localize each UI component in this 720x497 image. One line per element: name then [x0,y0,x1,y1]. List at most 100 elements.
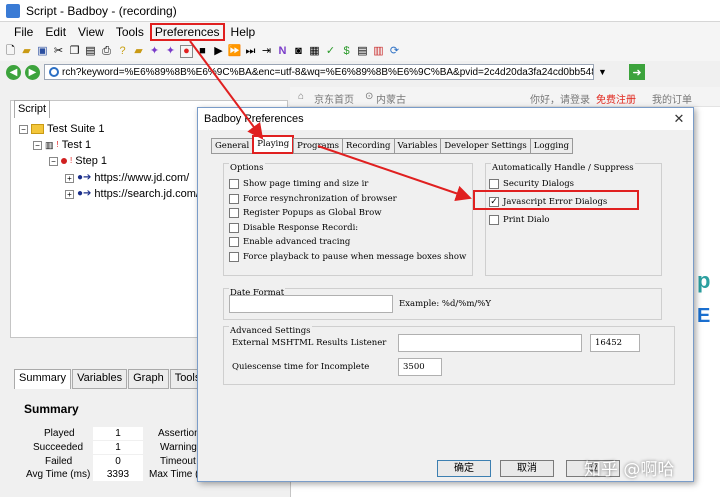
play-all-icon[interactable]: ⏩ [228,45,242,58]
tree-suite-label: Test Suite 1 [47,123,105,135]
hint-icon[interactable]: ? [116,45,129,58]
tab-logging[interactable]: Logging [529,138,574,154]
collapse-icon[interactable]: − [33,140,42,150]
checkbox[interactable] [489,215,499,225]
orders-link[interactable]: 我的订单 [652,91,692,106]
menu-edit[interactable]: Edit [39,25,72,39]
tab-general[interactable]: General [211,138,254,154]
navigate-icon[interactable]: ⇥ [260,45,273,58]
register-link[interactable]: 免费注册 [596,91,636,106]
expand-icon[interactable]: + [65,189,74,199]
watermark: 知乎 @啊哈 [584,460,675,480]
save-icon[interactable]: ▣ [36,45,49,58]
menu-file[interactable]: File [8,25,39,39]
close-icon[interactable]: ✕ [671,111,687,127]
assertions-label: Assertion [158,428,200,439]
checkbox[interactable] [229,237,239,247]
cancel-button[interactable]: 取消 [500,460,554,477]
collapse-icon[interactable]: − [19,124,28,134]
url-dropdown-icon[interactable]: ▼ [598,67,607,77]
tree-request-2[interactable]: + ●➔ https://search.jd.com/ [65,186,199,202]
option-label: Force playback to pause when message box… [243,252,467,262]
ok-button[interactable]: 确定 [437,460,491,477]
login-link[interactable]: 你好，请登录 [530,91,590,106]
tree-request-1[interactable]: + ●➔ https://www.jd.com/ [65,170,189,186]
main-toolbar: 🗋 ▰ ▣ ✂ ❐ ▤ ⎙ ? ▰ ✦ ✦ ● ■ ▶ ⏩ ⏭ ⇥ N ◙ ▦ … [0,41,720,61]
menu-tools[interactable]: Tools [110,25,150,39]
variable-icon[interactable]: $ [340,45,353,58]
tab-variables[interactable]: Variables [72,369,128,389]
checkbox[interactable] [229,208,239,218]
report-icon[interactable]: ▤ [356,45,369,58]
home-icon: ⌂ [298,91,305,102]
auto-security-dialogs[interactable]: Security Dialogs [489,179,574,189]
expand-icon[interactable]: + [65,173,74,183]
tab-recording[interactable]: Recording [342,138,395,154]
new-icon[interactable]: 🗋 [4,45,17,58]
print-icon[interactable]: ⎙ [100,45,113,58]
dialog-titlebar: Badboy Preferences ✕ [198,108,693,130]
option-register-popups[interactable]: Register Popups as Global Brow [229,208,381,218]
option-label: Enable advanced tracing [243,237,351,247]
copy-icon[interactable]: ❐ [68,45,81,58]
option-label: Force resynchronization of browser [243,194,397,204]
checkbox[interactable] [229,179,239,189]
add-step-icon[interactable]: ✦ [148,45,161,58]
option-show-page-timing[interactable]: Show page timing and size ir [229,179,368,189]
cut-icon[interactable]: ✂ [52,45,65,58]
menu-view[interactable]: View [72,25,110,39]
ie-icon [49,67,59,77]
menu-help[interactable]: Help [225,25,262,39]
option-force-pause[interactable]: Force playback to pause when message box… [229,252,466,262]
listener-port-input[interactable]: 16452 [590,334,640,352]
date-format-input[interactable] [229,295,393,313]
add-folder-icon[interactable]: ▰ [132,45,145,58]
listener-input[interactable] [398,334,582,352]
jd-home-link[interactable]: 京东首页 [314,91,354,106]
max-time-label: Max Time ( [149,469,199,480]
refresh-icon[interactable]: ⟳ [388,45,401,58]
assertion-icon[interactable]: ✓ [324,45,337,58]
option-force-resync[interactable]: Force resynchronization of browser [229,194,397,204]
page-fragment-banner: E [697,305,711,327]
record-icon[interactable]: ● [180,44,193,58]
auto-print-dialogs[interactable]: Print Dialo [489,215,550,225]
forward-icon[interactable]: ▶ [25,64,40,80]
tab-summary[interactable]: Summary [14,369,72,389]
option-disable-response[interactable]: Disable Response Recordi: [229,223,358,233]
graph-icon[interactable]: ▥ [372,45,385,58]
tree-step[interactable]: − ǃ Step 1 [49,153,107,169]
screenshot-icon[interactable]: ◙ [292,45,305,58]
checkbox[interactable] [229,194,239,204]
tab-developer-settings[interactable]: Developer Settings [440,138,531,154]
add-item-icon[interactable]: ✦ [164,45,177,58]
menu-preferences[interactable]: Preferences [149,22,225,41]
location-text[interactable]: 内蒙古 [376,91,406,106]
tab-graph[interactable]: Graph [128,369,169,389]
tree-suite[interactable]: − Test Suite 1 [19,121,104,137]
tab-script[interactable]: Script [14,100,50,118]
tab-programs[interactable]: Programs [293,138,344,154]
url-input[interactable]: rch?keyword=%E6%89%8B%E6%9C%BA&enc=utf-8… [44,64,594,80]
checkbox[interactable] [229,252,239,262]
paste-icon[interactable]: ▤ [84,45,97,58]
succeeded-label: Succeeded [33,442,84,453]
window-title: Script - Badboy - (recording) [26,3,177,18]
option-advanced-tracing[interactable]: Enable advanced tracing [229,237,350,247]
stop-icon[interactable]: ■ [196,45,209,58]
play-icon[interactable]: ▶ [212,45,225,58]
tab-playing[interactable]: Playing [252,135,295,154]
tab-variables[interactable]: Variables [393,138,442,154]
step-forward-icon[interactable]: ⏭ [244,45,257,58]
checkbox[interactable] [489,179,499,189]
address-bar: ◀ ▶ rch?keyword=%E6%89%8B%E6%9C%BA&enc=u… [0,61,720,83]
capture-icon[interactable]: ▦ [308,45,321,58]
open-icon[interactable]: ▰ [20,45,33,58]
back-icon[interactable]: ◀ [6,64,21,80]
quiescence-input[interactable]: 3500 [398,358,442,376]
n-icon[interactable]: N [276,45,289,58]
go-icon[interactable]: ➜ [628,64,645,80]
checkbox[interactable] [229,223,239,233]
tree-test[interactable]: − ▥ ǃ Test 1 [33,137,91,153]
collapse-icon[interactable]: − [49,156,58,166]
